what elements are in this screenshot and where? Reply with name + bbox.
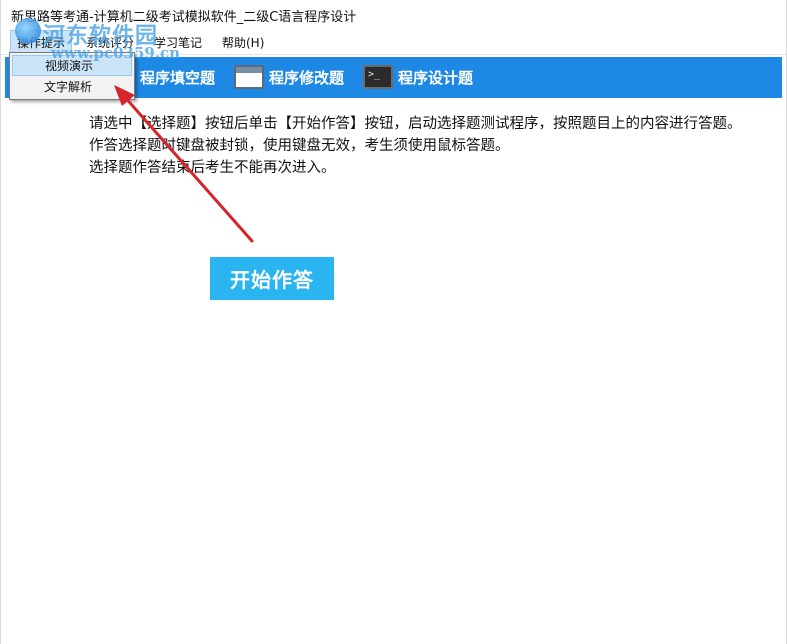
operation-tips-dropdown: 视频演示 文字解析 <box>9 52 135 100</box>
window-icon <box>234 65 264 89</box>
menu-item-video-demo[interactable]: 视频演示 <box>12 55 132 76</box>
design-program-label: 程序设计题 <box>398 68 474 87</box>
instruction-paragraph: 选择题作答结束后考生不能再次进入。 <box>89 160 336 176</box>
menu-help[interactable]: 帮助(H) <box>222 34 264 51</box>
app-window: 新思路等考通-计算机二级考试模拟软件_二级C语言程序设计 操作提示 系统评分 学… <box>0 0 787 644</box>
window-title: 新思路等考通-计算机二级考试模拟软件_二级C语言程序设计 <box>11 10 357 25</box>
modify-program-label: 程序修改题 <box>269 68 345 87</box>
start-answering-button[interactable]: 开始作答 <box>210 257 334 300</box>
design-program-button[interactable]: 程序设计题 <box>363 63 473 91</box>
fill-in-program-button[interactable]: 程序填空题 <box>125 63 215 91</box>
instruction-paragraph: 作答选择题时键盘被封锁，使用键盘无效，考生须使用鼠标答题。 <box>89 138 510 154</box>
terminal-icon <box>363 65 393 89</box>
title-bar: 新思路等考通-计算机二级考试模拟软件_二级C语言程序设计 <box>1 0 786 30</box>
menu-operation-tips[interactable]: 操作提示 <box>10 30 73 54</box>
modify-program-button[interactable]: 程序修改题 <box>234 63 344 91</box>
fill-in-program-label: 程序填空题 <box>140 68 216 87</box>
menu-study-notes[interactable]: 学习笔记 <box>154 34 202 51</box>
menu-item-text-analysis[interactable]: 文字解析 <box>12 77 132 98</box>
menu-system-scoring[interactable]: 系统评分 <box>86 34 134 51</box>
instructions-panel: 请选中【选择题】按钮后单击【开始作答】按钮，启动选择题测试程序，按照题目上的内容… <box>56 113 786 179</box>
instruction-paragraph: 请选中【选择题】按钮后单击【开始作答】按钮，启动选择题测试程序，按照题目上的内容… <box>89 116 742 132</box>
